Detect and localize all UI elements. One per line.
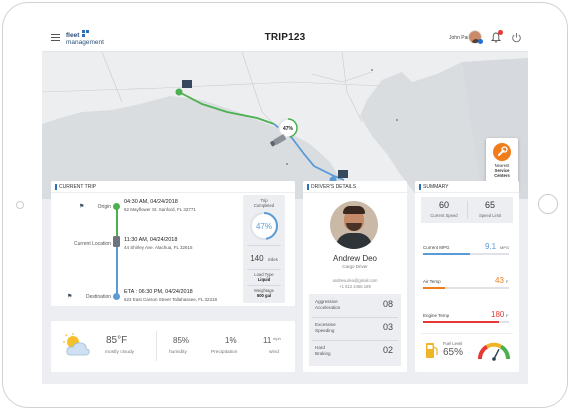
summary-header: SUMMARY bbox=[415, 181, 519, 193]
tablet-home-button[interactable] bbox=[538, 194, 558, 214]
trip-completed-ring: 47% bbox=[250, 212, 278, 240]
stat-2-label-2: Braking bbox=[315, 350, 331, 356]
stat-1-value: 03 bbox=[382, 322, 393, 332]
metric-1-label: Air Temp bbox=[423, 279, 441, 284]
tablet-camera bbox=[16, 201, 24, 209]
driver-avatar[interactable] bbox=[330, 201, 378, 249]
metric-2-unit: F bbox=[506, 313, 509, 318]
weather-temp: 85°F bbox=[106, 335, 128, 346]
destination-address: 623 East Carson Street Tallahassee, FL 3… bbox=[124, 297, 218, 302]
driver-card: DRIVER'S DETAILS Andrew Deo Cargo Driver… bbox=[303, 181, 407, 372]
stat-0-label-1: Aggressive bbox=[315, 299, 338, 304]
metric-0-value: 9.1 bbox=[485, 242, 497, 251]
stat-2-value: 02 bbox=[382, 345, 393, 355]
weather-divider bbox=[156, 331, 157, 361]
driver-header: DRIVER'S DETAILS bbox=[303, 181, 407, 193]
origin-flag-icon bbox=[182, 80, 192, 88]
trip-stats-panel: Trip Completed 47% 140 miles Load Type L… bbox=[243, 195, 285, 303]
destination-dot bbox=[113, 293, 120, 300]
current-trip-card: CURRENT TRIP ⚑ Origin 04:30 AM, 04/24/20… bbox=[51, 181, 295, 306]
partly-cloudy-icon bbox=[63, 333, 90, 356]
origin-flag-icon: ⚑ bbox=[79, 204, 85, 210]
power-icon[interactable] bbox=[511, 32, 522, 43]
metric-0-label: Current MPG bbox=[423, 245, 450, 250]
destination-time: ETA : 06:30 PM, 04/24/2018 bbox=[124, 289, 193, 295]
stat-1-label-1: Excessive bbox=[315, 322, 336, 327]
origin-label: Origin bbox=[97, 204, 111, 210]
fuel-pump-icon bbox=[426, 343, 438, 358]
weather-condition: mostly cloudy bbox=[105, 350, 135, 355]
map-progress-label: 47% bbox=[283, 126, 294, 132]
timeline-completed bbox=[116, 208, 118, 237]
precip-value: 1% bbox=[225, 336, 237, 345]
driver-heading: DRIVER'S DETAILS bbox=[311, 184, 357, 190]
current-address: 44 Shirley Ave. Alachua, FL 32615 bbox=[124, 245, 193, 250]
metric-1-fill bbox=[423, 287, 445, 289]
origin-address: 62 Mayflower St. Sanford, FL 32771 bbox=[124, 207, 196, 212]
metric-2-fill bbox=[423, 321, 499, 323]
wind-unit: mph bbox=[273, 336, 281, 341]
metric-2-label: Engine Temp bbox=[423, 313, 450, 318]
metric-2-value: 180 bbox=[491, 310, 505, 319]
humidity-label: humidity bbox=[169, 350, 187, 355]
trip-completed-label-2: Completed bbox=[253, 203, 275, 208]
metric-1-value: 43 bbox=[495, 276, 504, 285]
origin-time: 04:30 AM, 04/24/2018 bbox=[124, 199, 178, 205]
summary-heading: SUMMARY bbox=[423, 184, 449, 190]
destination-label: Destination bbox=[85, 294, 111, 300]
weather-card: 85°F mostly cloudy 85% humidity 1% Preci… bbox=[51, 321, 295, 372]
miles-unit: miles bbox=[268, 257, 278, 262]
speedometer-icon bbox=[478, 342, 510, 361]
fuel-value: 65% bbox=[443, 347, 464, 358]
precip-label: Precipitation bbox=[211, 350, 238, 355]
metric-1-unit: F bbox=[506, 279, 509, 284]
speed-box: 60 Current Speed 65 Speed Limit bbox=[421, 197, 513, 223]
weightage-value: 500 gal bbox=[256, 293, 272, 298]
driver-email[interactable]: andrew.deo@gmail.com bbox=[303, 278, 407, 283]
driver-role: Cargo Driver bbox=[342, 264, 368, 269]
current-location-label: Current Location bbox=[74, 241, 111, 247]
service-label-line3: Centers bbox=[494, 173, 510, 178]
origin-dot bbox=[113, 203, 120, 210]
wrench-icon bbox=[493, 143, 511, 161]
current-speed-label: Current Speed bbox=[430, 213, 458, 218]
driver-name: Andrew Deo bbox=[332, 254, 378, 263]
driver-stats: Aggressive Acceleration 08 Excessive Spe… bbox=[309, 294, 401, 366]
current-trip-header: CURRENT TRIP bbox=[51, 181, 295, 193]
notification-dot bbox=[498, 30, 503, 35]
truck-icon bbox=[113, 236, 120, 247]
timeline-remaining bbox=[116, 243, 118, 297]
wind-value: 11 bbox=[263, 336, 272, 345]
current-speed-value: 60 bbox=[438, 200, 449, 210]
top-bar: fleet management TRIP123 John Parker bbox=[42, 24, 528, 52]
map-canvas: 47% bbox=[42, 52, 528, 199]
speed-limit-value: 65 bbox=[484, 200, 495, 210]
load-type-value: Liquid bbox=[257, 277, 271, 282]
current-trip-heading: CURRENT TRIP bbox=[59, 184, 97, 190]
origin-marker[interactable] bbox=[175, 88, 183, 96]
svg-text:47%: 47% bbox=[256, 222, 272, 231]
metric-0-unit: MPG bbox=[500, 245, 510, 250]
stat-0-value: 08 bbox=[382, 299, 393, 309]
miles-value: 140 bbox=[250, 254, 264, 263]
destination-flag-icon bbox=[338, 170, 348, 178]
metric-0-fill bbox=[423, 253, 471, 255]
app-screen: fleet management TRIP123 John Parker 47%… bbox=[42, 24, 528, 384]
destination-flag-icon: ⚑ bbox=[67, 294, 73, 300]
summary-card: SUMMARY 60 Current Speed 65 Speed Limit … bbox=[415, 181, 519, 372]
stat-0-label-2: Acceleration bbox=[315, 304, 341, 310]
driver-phone[interactable]: +1 512 2455 189 bbox=[303, 284, 407, 289]
online-badge bbox=[478, 39, 483, 44]
humidity-value: 85% bbox=[173, 336, 190, 345]
current-time: 11:30 AM, 04/24/2018 bbox=[124, 237, 178, 243]
stat-1-label-2: Speeding bbox=[315, 327, 335, 333]
wind-label: wind bbox=[269, 350, 279, 355]
fuel-label: Fuel Level bbox=[443, 341, 463, 346]
trip-map[interactable]: 47% Nearest Service Centers bbox=[42, 52, 528, 199]
speed-limit-label: Speed Limit bbox=[478, 213, 502, 218]
